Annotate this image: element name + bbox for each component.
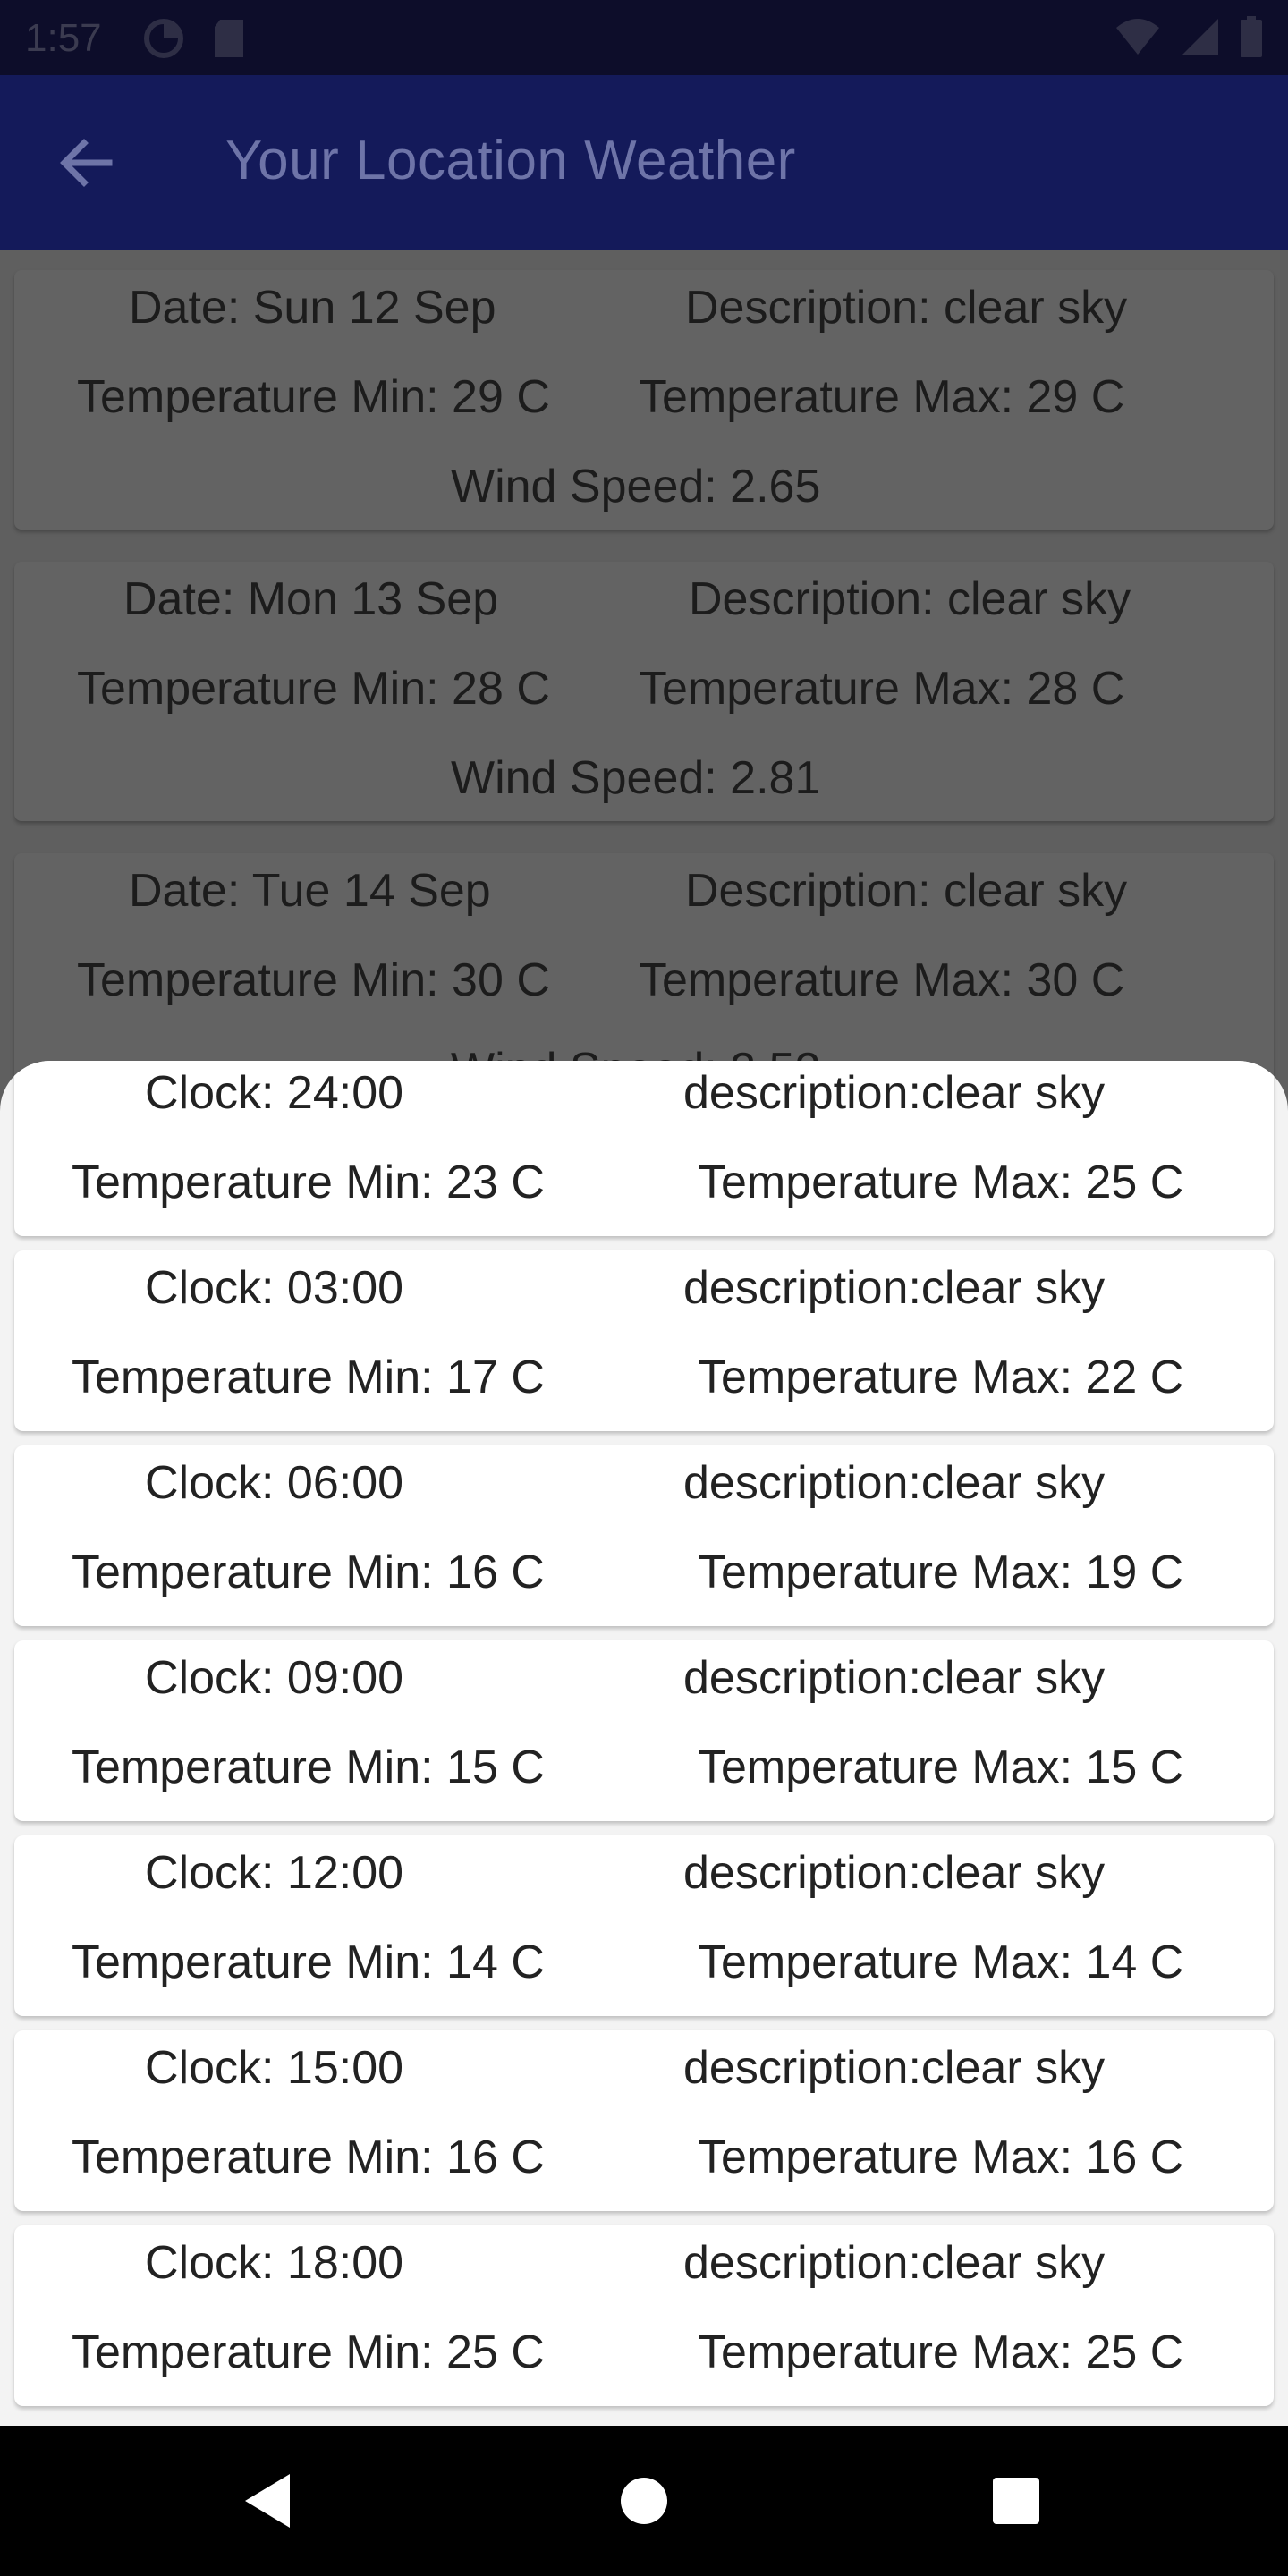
- daily-card[interactable]: Date: Sun 12 Sep Description: clear sky …: [14, 270, 1274, 530]
- hourly-temp-max: Temperature Max: 25 C: [698, 1157, 1184, 1208]
- hourly-description: description:clear sky: [683, 1067, 1106, 1119]
- system-nav-bar: [0, 2426, 1288, 2576]
- daily-wind-speed: Wind Speed: 2.65: [451, 461, 821, 513]
- hourly-card[interactable]: Clock: 06:00 description:clear sky Tempe…: [14, 1445, 1274, 1626]
- nav-recents-button[interactable]: [979, 2463, 1054, 2538]
- app-bar: Your Location Weather: [0, 75, 1288, 250]
- nav-recents-icon: [993, 2478, 1039, 2524]
- daily-description: Description: clear sky: [689, 573, 1131, 625]
- hourly-bottom-sheet[interactable]: Clock: 24:00 description:clear sky Tempe…: [0, 1061, 1288, 2426]
- status-bar: 1:57: [0, 0, 1288, 75]
- hourly-temp-max: Temperature Max: 14 C: [698, 1936, 1184, 1988]
- daily-temp-max: Temperature Max: 28 C: [639, 663, 1125, 715]
- battery-icon: [1240, 16, 1263, 62]
- hourly-card[interactable]: Clock: 12:00 description:clear sky Tempe…: [14, 1835, 1274, 2016]
- page-title: Your Location Weather: [225, 130, 796, 191]
- hourly-clock: Clock: 18:00: [145, 2237, 404, 2289]
- daily-wind-speed: Wind Speed: 2.81: [451, 752, 821, 804]
- hourly-temp-min: Temperature Min: 25 C: [72, 2326, 545, 2378]
- hourly-clock: Clock: 15:00: [145, 2042, 404, 2094]
- hourly-temp-min: Temperature Min: 23 C: [72, 1157, 545, 1208]
- hourly-temp-max: Temperature Max: 22 C: [698, 1352, 1184, 1403]
- daily-temp-min: Temperature Min: 28 C: [77, 663, 550, 715]
- hourly-temp-min: Temperature Min: 15 C: [72, 1741, 545, 1793]
- daily-description: Description: clear sky: [685, 865, 1128, 917]
- hourly-temp-max: Temperature Max: 25 C: [698, 2326, 1184, 2378]
- daily-temp-max: Temperature Max: 30 C: [639, 954, 1125, 1006]
- hourly-description: description:clear sky: [683, 2042, 1106, 2094]
- status-time: 1:57: [25, 16, 102, 60]
- sd-card-icon: [211, 18, 247, 64]
- nav-home-icon: [621, 2478, 667, 2524]
- daily-forecast-list: Date: Sun 12 Sep Description: clear sky …: [0, 250, 1288, 1145]
- back-button[interactable]: [50, 127, 122, 199]
- hourly-card[interactable]: Clock: 15:00 description:clear sky Tempe…: [14, 2030, 1274, 2211]
- signal-icon: [1181, 17, 1220, 61]
- hourly-description: description:clear sky: [683, 2237, 1106, 2289]
- arrow-back-icon: [60, 139, 113, 187]
- hourly-description: description:clear sky: [683, 1847, 1106, 1899]
- hourly-clock: Clock: 03:00: [145, 1262, 404, 1314]
- daily-date: Date: Tue 14 Sep: [129, 865, 491, 917]
- hourly-temp-min: Temperature Min: 17 C: [72, 1352, 545, 1403]
- hourly-temp-max: Temperature Max: 15 C: [698, 1741, 1184, 1793]
- daily-temp-max: Temperature Max: 29 C: [639, 371, 1125, 423]
- hourly-temp-min: Temperature Min: 14 C: [72, 1936, 545, 1988]
- hourly-card[interactable]: Clock: 03:00 description:clear sky Tempe…: [14, 1250, 1274, 1431]
- data-saver-icon: [143, 18, 184, 64]
- hourly-clock: Clock: 24:00: [145, 1067, 404, 1119]
- hourly-description: description:clear sky: [683, 1457, 1106, 1509]
- hourly-clock: Clock: 06:00: [145, 1457, 404, 1509]
- nav-back-button[interactable]: [231, 2463, 306, 2538]
- hourly-temp-max: Temperature Max: 16 C: [698, 2131, 1184, 2183]
- hourly-temp-min: Temperature Min: 16 C: [72, 1546, 545, 1598]
- daily-card[interactable]: Date: Mon 13 Sep Description: clear sky …: [14, 562, 1274, 821]
- hourly-card[interactable]: Clock: 24:00 description:clear sky Tempe…: [14, 1061, 1274, 1236]
- hourly-card[interactable]: Clock: 09:00 description:clear sky Tempe…: [14, 1640, 1274, 1821]
- hourly-card[interactable]: Clock: 18:00 description:clear sky Tempe…: [14, 2225, 1274, 2406]
- nav-home-button[interactable]: [606, 2463, 682, 2538]
- nav-back-icon: [245, 2474, 290, 2528]
- hourly-temp-min: Temperature Min: 16 C: [72, 2131, 545, 2183]
- daily-temp-min: Temperature Min: 29 C: [77, 371, 550, 423]
- daily-temp-min: Temperature Min: 30 C: [77, 954, 550, 1006]
- daily-date: Date: Mon 13 Sep: [123, 573, 499, 625]
- daily-date: Date: Sun 12 Sep: [129, 282, 496, 334]
- daily-description: Description: clear sky: [685, 282, 1128, 334]
- hourly-clock: Clock: 09:00: [145, 1652, 404, 1704]
- hourly-temp-max: Temperature Max: 19 C: [698, 1546, 1184, 1598]
- wifi-icon: [1114, 17, 1161, 61]
- hourly-description: description:clear sky: [683, 1652, 1106, 1704]
- hourly-clock: Clock: 12:00: [145, 1847, 404, 1899]
- hourly-description: description:clear sky: [683, 1262, 1106, 1314]
